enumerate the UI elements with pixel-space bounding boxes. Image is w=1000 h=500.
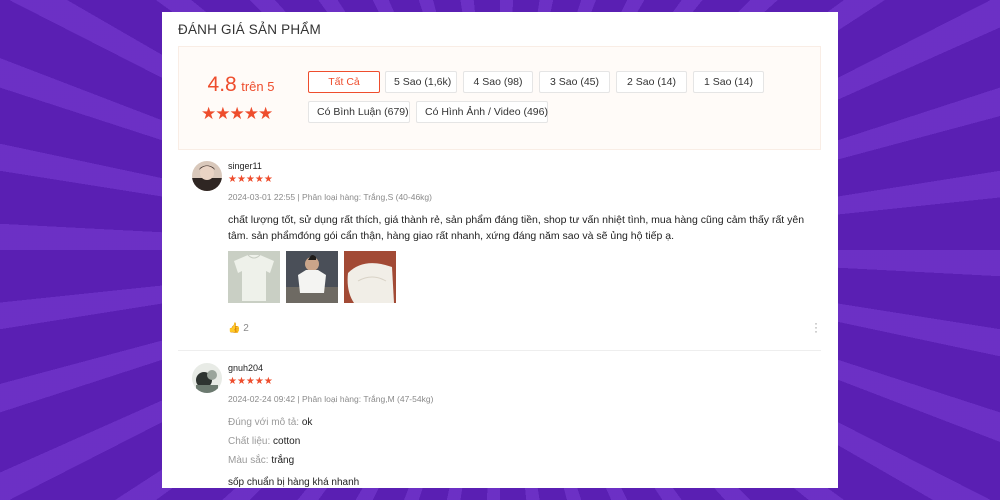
user-avatar-icon bbox=[192, 363, 222, 393]
review-stars-icon: ★★★★★ bbox=[228, 174, 273, 185]
filter-all[interactable]: Tất Cả bbox=[308, 71, 380, 93]
filter-3-stars[interactable]: 3 Sao (45) bbox=[539, 71, 610, 93]
rating-score-suffix: trên 5 bbox=[241, 79, 275, 94]
review-meta: 2024-02-24 09:42 | Phân loại hàng: Trắng… bbox=[228, 394, 434, 404]
like-area[interactable]: 👍 2 bbox=[228, 323, 249, 334]
review-photo-3[interactable] bbox=[344, 251, 396, 303]
review-username[interactable]: singer11 bbox=[228, 161, 262, 171]
review-stars-icon: ★★★★★ bbox=[228, 376, 273, 387]
review-attribute-description: Đúng với mô tả: ok bbox=[228, 417, 313, 428]
person-wearing-shirt-photo bbox=[286, 251, 338, 303]
review-item: gnuh204 ★★★★★ 2024-02-24 09:42 | Phân lo… bbox=[178, 363, 822, 488]
review-meta: 2024-03-01 22:55 | Phân loại hàng: Trắng… bbox=[228, 192, 432, 202]
review-attribute-color: Màu sắc: trắng bbox=[228, 455, 295, 466]
review-comment: sốp chuẩn bị hàng khá nhanh bbox=[228, 477, 360, 488]
filter-with-comments[interactable]: Có Bình Luận (679) bbox=[308, 101, 410, 123]
review-item: singer11 ★★★★★ 2024-03-01 22:55 | Phân l… bbox=[178, 161, 822, 341]
white-shirt-photo bbox=[228, 251, 280, 303]
section-title: ĐÁNH GIÁ SẢN PHẨM bbox=[178, 22, 321, 37]
rating-score: 4.8 bbox=[207, 73, 237, 96]
shirt-fabric-photo bbox=[344, 251, 396, 303]
filter-with-media[interactable]: Có Hình Ảnh / Video (496) bbox=[416, 101, 548, 123]
like-count: 2 bbox=[243, 323, 249, 334]
review-username[interactable]: gnuh204 bbox=[228, 363, 263, 373]
review-photo-2[interactable] bbox=[286, 251, 338, 303]
review-divider bbox=[178, 350, 821, 351]
filter-5-stars[interactable]: 5 Sao (1,6k) bbox=[385, 71, 457, 93]
more-options-icon[interactable]: · · · bbox=[814, 317, 818, 337]
filter-1-star[interactable]: 1 Sao (14) bbox=[693, 71, 764, 93]
score-box: 4.8 trên 5 bbox=[201, 73, 281, 97]
review-attribute-material: Chất liệu: cotton bbox=[228, 436, 301, 447]
review-photo-1[interactable] bbox=[228, 251, 280, 303]
product-reviews-card: ĐÁNH GIÁ SẢN PHẨM 4.8 trên 5 ★★★★★ Tất C… bbox=[162, 12, 838, 488]
rating-stars-icon: ★★★★★ bbox=[201, 104, 273, 123]
filter-4-stars[interactable]: 4 Sao (98) bbox=[463, 71, 533, 93]
user-avatar-icon bbox=[192, 161, 222, 191]
avatar[interactable] bbox=[192, 363, 222, 393]
avatar[interactable] bbox=[192, 161, 222, 191]
filter-2-stars[interactable]: 2 Sao (14) bbox=[616, 71, 687, 93]
review-comment: chất lượng tốt, sử dụng rất thích, giá t… bbox=[228, 214, 805, 242]
rating-overview: 4.8 trên 5 ★★★★★ Tất Cả 5 Sao (1,6k) 4 S… bbox=[178, 46, 821, 150]
thumbs-up-icon: 👍 bbox=[228, 323, 241, 334]
